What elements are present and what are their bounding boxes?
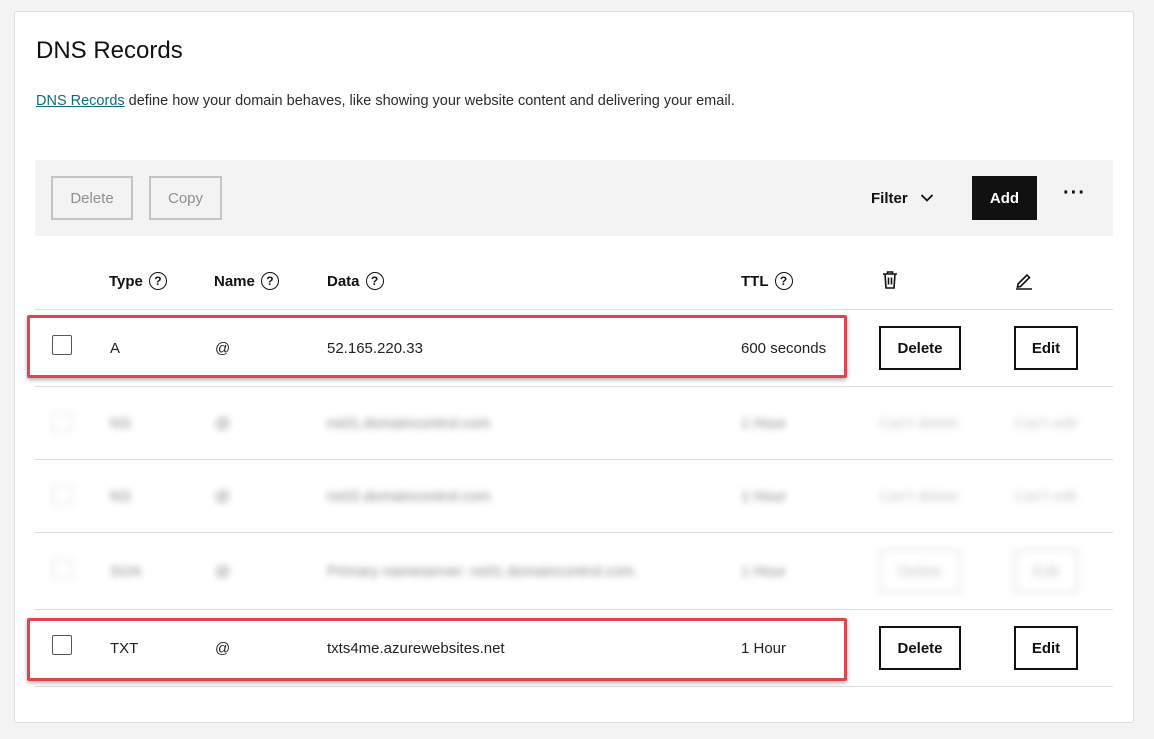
record-ttl: 600 seconds [741, 340, 827, 357]
record-name: @ [215, 640, 231, 657]
record-ttl: 1 Hour [741, 488, 787, 505]
row-delete-button[interactable]: Delete [879, 549, 961, 593]
record-data: ns02.domaincontrol.com [327, 488, 491, 505]
record-type: SOA [110, 563, 142, 580]
record-ttl: 1 Hour [741, 563, 787, 580]
pencil-icon [1016, 273, 1032, 290]
add-record-button[interactable]: Add [972, 176, 1037, 220]
row-checkbox[interactable] [52, 485, 72, 505]
column-type: Type ? [109, 272, 167, 290]
chevron-down-icon [920, 194, 933, 202]
help-icon[interactable]: ? [148, 272, 167, 290]
row-edit-disabled: Can't edit [1014, 415, 1077, 432]
row-delete-button[interactable]: Delete [879, 326, 961, 370]
column-edit [1015, 270, 1033, 290]
column-data-label: Data [327, 272, 360, 290]
records-toolbar: Delete Copy Filter Add ··· [35, 160, 1113, 236]
record-type: NS [110, 415, 131, 432]
column-name-label: Name [214, 272, 255, 290]
record-type: TXT [110, 640, 139, 657]
record-ttl: 1 Hour [741, 640, 787, 657]
description-text: define how your domain behaves, like sho… [124, 93, 735, 109]
filter-dropdown[interactable]: Filter [871, 176, 934, 220]
row-edit-disabled: Can't edit [1014, 488, 1077, 505]
record-name: @ [215, 340, 231, 357]
record-data: txts4me.azurewebsites.net [327, 640, 505, 657]
record-type: A [110, 340, 121, 357]
row-checkbox[interactable] [52, 335, 72, 355]
table-row: NS @ ns01.domaincontrol.com 1 Hour Can't… [35, 387, 1113, 460]
row-checkbox[interactable] [52, 412, 72, 432]
table-row: TXT @ txts4me.azurewebsites.net 1 Hour D… [35, 610, 1113, 687]
table-row: NS @ ns02.domaincontrol.com 1 Hour Can't… [35, 460, 1113, 533]
record-ttl: 1 Hour [741, 415, 787, 432]
help-icon[interactable]: ? [260, 272, 279, 290]
column-name: Name ? [214, 272, 279, 290]
record-name: @ [215, 415, 231, 432]
table-header: Type ? Name ? Data ? TTL ? [35, 252, 1113, 310]
row-checkbox[interactable] [52, 559, 72, 579]
record-data: Primary nameserver: ns01.domaincontrol.c… [327, 563, 638, 580]
row-edit-button[interactable]: Edit [1014, 549, 1078, 593]
row-edit-button[interactable]: Edit [1014, 326, 1078, 370]
column-data: Data ? [327, 272, 384, 290]
row-delete-button[interactable]: Delete [879, 626, 961, 670]
table-row: SOA @ Primary nameserver: ns01.domaincon… [35, 533, 1113, 610]
record-name: @ [215, 563, 231, 580]
filter-label: Filter [871, 189, 908, 207]
column-delete [881, 270, 899, 290]
column-ttl: TTL ? [741, 272, 793, 290]
column-ttl-label: TTL [741, 272, 769, 290]
bulk-copy-button[interactable]: Copy [149, 176, 222, 220]
dns-records-link[interactable]: DNS Records [36, 93, 125, 109]
page-description: DNS Records define how your domain behav… [36, 93, 735, 109]
help-icon[interactable]: ? [774, 272, 793, 290]
record-data: 52.165.220.33 [327, 340, 423, 357]
row-edit-button[interactable]: Edit [1014, 626, 1078, 670]
record-name: @ [215, 488, 231, 505]
row-delete-disabled: Can't delete [879, 488, 959, 505]
record-type: NS [110, 488, 131, 505]
column-type-label: Type [109, 272, 143, 290]
page-title: DNS Records [36, 37, 183, 64]
more-options-icon[interactable]: ··· [1063, 182, 1086, 205]
trash-icon [883, 271, 897, 289]
row-checkbox[interactable] [52, 635, 72, 655]
table-row: A @ 52.165.220.33 600 seconds Delete Edi… [35, 310, 1113, 387]
bulk-delete-button[interactable]: Delete [51, 176, 133, 220]
record-data: ns01.domaincontrol.com [327, 415, 491, 432]
row-delete-disabled: Can't delete [879, 415, 959, 432]
help-icon[interactable]: ? [365, 272, 384, 290]
